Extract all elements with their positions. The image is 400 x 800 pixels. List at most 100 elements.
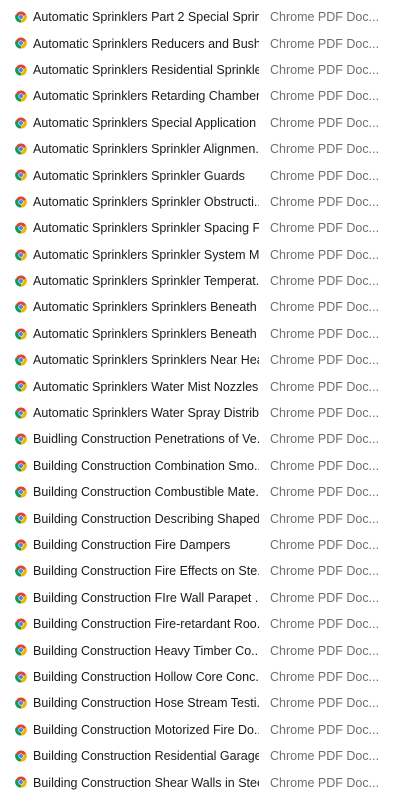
file-list: Automatic Sprinklers Part 2 Special Spri…	[0, 4, 400, 796]
file-name: Building Construction Fire-retardant Roo…	[33, 617, 259, 632]
chrome-icon	[15, 196, 27, 208]
file-name: Building Construction Describing Shaped.…	[33, 511, 259, 526]
file-type: Chrome PDF Doc...	[270, 696, 380, 711]
file-type: Chrome PDF Doc...	[270, 722, 380, 737]
file-row[interactable]: Automatic Sprinklers Sprinkler Obstructi…	[0, 189, 400, 215]
chrome-icon	[15, 433, 27, 445]
file-name: Automatic Sprinklers Sprinklers Beneath …	[33, 300, 259, 315]
chrome-icon	[15, 249, 27, 261]
chrome-icon	[15, 301, 27, 313]
file-type: Chrome PDF Doc...	[270, 142, 380, 157]
file-row[interactable]: Building Construction Shear Walls in Ste…	[0, 769, 400, 795]
file-row[interactable]: Building Construction FIre Wall Parapet …	[0, 585, 400, 611]
file-name: Automatic Sprinklers Special Application…	[33, 115, 259, 130]
file-type: Chrome PDF Doc...	[270, 300, 380, 315]
file-name: Building Construction Combustible Mate..…	[33, 485, 259, 500]
file-name: Building Construction Combination Smo...	[33, 458, 259, 473]
file-type: Chrome PDF Doc...	[270, 62, 380, 77]
file-name: Automatic Sprinklers Sprinkler Alignmen.…	[33, 142, 259, 157]
chrome-icon	[15, 750, 27, 762]
file-type: Chrome PDF Doc...	[270, 590, 380, 605]
chrome-icon	[15, 724, 27, 736]
file-type: Chrome PDF Doc...	[270, 194, 380, 209]
file-type: Chrome PDF Doc...	[270, 274, 380, 289]
file-name: Automatic Sprinklers Sprinklers Near Hea…	[33, 353, 259, 368]
file-row[interactable]: Automatic Sprinklers Residential Sprinkl…	[0, 57, 400, 83]
file-type: Chrome PDF Doc...	[270, 538, 380, 552]
file-row[interactable]: Automatic Sprinklers Water Mist Nozzles C…	[0, 373, 400, 399]
file-row[interactable]: Automatic Sprinklers Sprinkler Spacing F…	[0, 215, 400, 241]
file-name: Building Construction Hose Stream Testi.…	[33, 696, 259, 711]
file-type: Chrome PDF Doc...	[270, 353, 380, 368]
file-name: Building Construction Fire Dampers	[33, 538, 231, 552]
file-row[interactable]: Automatic Sprinklers Special Application…	[0, 110, 400, 136]
chrome-icon	[15, 90, 27, 102]
file-type: Chrome PDF Doc...	[270, 643, 380, 658]
file-row[interactable]: Automatic Sprinklers Reducers and Bushi.…	[0, 30, 400, 56]
file-type: Chrome PDF Doc...	[270, 379, 380, 394]
file-type: Chrome PDF Doc...	[270, 168, 380, 183]
file-name: Building Construction Shear Walls in Ste…	[33, 775, 259, 790]
file-row[interactable]: Buidling Construction Penetrations of Ve…	[0, 426, 400, 452]
file-row[interactable]: Automatic Sprinklers Retarding Chambers C…	[0, 83, 400, 109]
file-name: Building Construction Motorized Fire Do.…	[33, 722, 259, 737]
chrome-icon	[15, 143, 27, 155]
file-row[interactable]: Building Construction Combustible Mate..…	[0, 479, 400, 505]
file-row[interactable]: Automatic Sprinklers Part 2 Special Spri…	[0, 4, 400, 30]
file-row[interactable]: Automatic Sprinklers Sprinklers Near Hea…	[0, 347, 400, 373]
file-type: Chrome PDF Doc...	[270, 485, 380, 500]
file-type: Chrome PDF Doc...	[270, 89, 380, 104]
file-name: Building Construction Fire Effects on St…	[33, 564, 259, 579]
file-type: Chrome PDF Doc...	[270, 326, 380, 341]
file-name: Automatic Sprinklers Sprinkler Obstructi…	[33, 194, 259, 209]
file-type: Chrome PDF Doc...	[270, 564, 380, 579]
chrome-icon	[15, 460, 27, 472]
file-name: Automatic Sprinklers Water Mist Nozzles	[33, 379, 259, 394]
file-type: Chrome PDF Doc...	[270, 221, 380, 236]
file-row[interactable]: Automatic Sprinklers Sprinklers Beneath …	[0, 321, 400, 347]
file-row[interactable]: Building Construction Motorized Fire Do.…	[0, 717, 400, 743]
file-row[interactable]: Automatic Sprinklers Sprinklers Beneath …	[0, 294, 400, 320]
chrome-icon	[15, 328, 27, 340]
file-type: Chrome PDF Doc...	[270, 749, 380, 764]
file-name: Building Construction FIre Wall Parapet …	[33, 590, 259, 605]
chrome-icon	[15, 407, 27, 419]
file-name: Automatic Sprinklers Reducers and Bushi.…	[33, 36, 259, 51]
chrome-icon	[15, 380, 27, 392]
chrome-icon	[15, 275, 27, 287]
file-type: Chrome PDF Doc...	[270, 775, 380, 790]
file-row[interactable]: Building Construction Hollow Core Conc..…	[0, 664, 400, 690]
file-name: Automatic Sprinklers Sprinkler Spacing F…	[33, 221, 259, 236]
file-row[interactable]: Building Construction Combination Smo...…	[0, 453, 400, 479]
file-name: Automatic Sprinklers Water Spray Distrib…	[33, 406, 259, 421]
file-type: Chrome PDF Doc...	[270, 511, 380, 526]
file-row[interactable]: Building Construction Fire Dampers Chrome…	[0, 532, 400, 558]
file-row[interactable]: Automatic Sprinklers Water Spray Distrib…	[0, 400, 400, 426]
file-row[interactable]: Building Construction Fire-retardant Roo…	[0, 611, 400, 637]
chrome-icon	[15, 11, 27, 23]
chrome-icon	[15, 354, 27, 366]
file-name: Buidling Construction Penetrations of Ve…	[33, 432, 259, 447]
file-name: Automatic Sprinklers Sprinkler Guards	[33, 168, 245, 183]
file-row[interactable]: Automatic Sprinklers Sprinkler Alignmen.…	[0, 136, 400, 162]
file-name: Building Construction Hollow Core Conc..…	[33, 669, 259, 684]
chrome-icon	[15, 776, 27, 788]
file-row[interactable]: Building Construction Fire Effects on St…	[0, 558, 400, 584]
file-row[interactable]: Building Construction Heavy Timber Co...…	[0, 637, 400, 663]
file-row[interactable]: Building Construction Residential Garage…	[0, 743, 400, 769]
file-name: Automatic Sprinklers Sprinkler Temperat.…	[33, 274, 259, 289]
chrome-icon	[15, 592, 27, 604]
file-row[interactable]: Automatic Sprinklers Sprinkler Guards Chr…	[0, 162, 400, 188]
file-row[interactable]: Automatic Sprinklers Sprinkler System M.…	[0, 242, 400, 268]
file-type: Chrome PDF Doc...	[270, 247, 380, 262]
chrome-icon	[15, 644, 27, 656]
file-row[interactable]: Building Construction Describing Shaped.…	[0, 505, 400, 531]
file-row[interactable]: Automatic Sprinklers Sprinkler Temperat.…	[0, 268, 400, 294]
file-type: Chrome PDF Doc...	[270, 669, 380, 684]
file-row[interactable]: Building Construction Hose Stream Testi.…	[0, 690, 400, 716]
file-type: Chrome PDF Doc...	[270, 115, 380, 130]
file-type: Chrome PDF Doc...	[270, 617, 380, 632]
file-name: Automatic Sprinklers Sprinklers Beneath …	[33, 326, 259, 341]
chrome-icon	[15, 169, 27, 181]
file-name: Automatic Sprinklers Part 2 Special Spri…	[33, 10, 259, 25]
